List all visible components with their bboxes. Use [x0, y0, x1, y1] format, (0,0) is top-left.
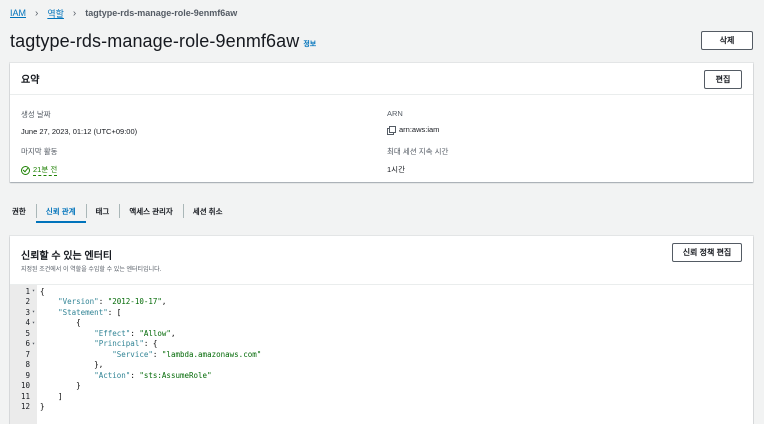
- code-text: {: [40, 318, 81, 328]
- fold-toggle-icon[interactable]: ▾: [30, 309, 37, 315]
- trusted-entities-title: 신뢰할 수 있는 엔터티: [21, 251, 113, 262]
- code-line: 7 "Service": "lambda.amazonaws.com": [10, 349, 753, 360]
- max-session-value: 1시간: [387, 164, 448, 175]
- page-header: tagtype-rds-manage-role-9enmf6aw 정보 삭제: [10, 29, 753, 53]
- summary-title: 요약: [21, 75, 40, 86]
- breadcrumb-iam-link[interactable]: IAM: [10, 8, 26, 18]
- code-line: 3 ▾ "Statement": [: [10, 307, 753, 318]
- arn-text: arn:aws:iam: [399, 125, 440, 134]
- code-text: }: [40, 381, 81, 391]
- line-number: 10: [20, 381, 30, 391]
- code-line: 8 },: [10, 360, 753, 371]
- created-date-field: 생성 날짜 June 27, 2023, 01:12 (UTC+09:00): [21, 109, 137, 136]
- fold-toggle-icon[interactable]: ▾: [30, 288, 37, 294]
- code-text: "Principal": {: [94, 339, 158, 349]
- fold-toggle-icon[interactable]: ▾: [30, 320, 37, 326]
- tab-revoke-sessions[interactable]: 세션 취소: [182, 200, 233, 222]
- code-text: "Statement": [: [58, 307, 122, 317]
- arn-label: ARN: [387, 109, 403, 118]
- edit-button[interactable]: 편집: [704, 70, 742, 89]
- trusted-entities-description: 지정된 조건에서 이 역할을 수임할 수 있는 엔터티입니다.: [21, 267, 162, 273]
- tab-tags[interactable]: 태그: [85, 200, 120, 222]
- code-text: ]: [40, 391, 63, 401]
- breadcrumb: IAM › 역할 › tagtype-rds-manage-role-9enmf…: [10, 6, 237, 20]
- code-line: 6 ▾ "Principal": {: [10, 339, 753, 350]
- chevron-right-icon: ›: [35, 7, 39, 19]
- delete-button[interactable]: 삭제: [701, 31, 753, 50]
- code-line: 12}: [10, 402, 753, 413]
- breadcrumb-current: tagtype-rds-manage-role-9enmf6aw: [85, 8, 238, 18]
- code-text: "Service": "lambda.amazonaws.com": [112, 349, 262, 359]
- code-line: 10 }: [10, 381, 753, 392]
- code-line: 1 ▾{: [10, 286, 753, 297]
- tab-permissions[interactable]: 권한: [10, 200, 36, 222]
- max-session-label: 최대 세션 지속 시간: [387, 147, 449, 156]
- code-text: }: [40, 402, 45, 412]
- line-number: 6: [25, 339, 30, 349]
- trusted-entities-panel: 신뢰할 수 있는 엔터티 지정된 조건에서 이 역할을 수임할 수 있는 엔터티…: [10, 236, 753, 424]
- line-number: 9: [25, 370, 30, 380]
- arn-value: arn:aws:iam: [387, 125, 440, 135]
- line-number: 7: [25, 349, 30, 359]
- summary-header: 요약 편집: [10, 63, 753, 95]
- code-text: "Version": "2012-10-17",: [58, 297, 167, 307]
- breadcrumb-roles-link[interactable]: 역할: [47, 7, 64, 20]
- line-number: 8: [25, 360, 30, 370]
- last-activity-text[interactable]: 21분 전: [33, 164, 58, 176]
- code-line: 11 ]: [10, 391, 753, 402]
- max-session-text: 1시간: [387, 165, 405, 174]
- tab-bar: 권한 신뢰 관계 태그 액세스 관리자 세션 취소: [10, 199, 232, 223]
- copy-icon[interactable]: [387, 125, 396, 135]
- line-number: 12: [20, 402, 30, 412]
- code-line: 9 "Action": "sts:AssumeRole": [10, 370, 753, 381]
- line-number: 1: [25, 286, 30, 296]
- created-date-label: 생성 날짜: [21, 110, 51, 119]
- code-line: 4 ▾ {: [10, 318, 753, 329]
- check-circle-icon: [21, 165, 30, 175]
- created-date-text: June 27, 2023, 01:12 (UTC+09:00): [21, 127, 138, 136]
- line-number: 11: [20, 391, 30, 401]
- code-line: 2 "Version": "2012-10-17",: [10, 297, 753, 308]
- last-activity-field: 마지막 활동 21분 전: [21, 146, 58, 176]
- code-line: 5 "Effect": "Allow",: [10, 328, 753, 339]
- created-date-value: June 27, 2023, 01:12 (UTC+09:00): [21, 127, 137, 136]
- max-session-field: 최대 세션 지속 시간 1시간: [387, 146, 448, 175]
- edit-trust-policy-button[interactable]: 신뢰 정책 편집: [672, 243, 742, 262]
- line-number: 5: [25, 328, 30, 338]
- fold-toggle-icon[interactable]: ▾: [30, 341, 37, 347]
- line-number: 4: [25, 318, 30, 328]
- arn-field: ARN arn:aws:iam: [387, 109, 440, 135]
- info-link[interactable]: 정보: [303, 39, 316, 49]
- last-activity-value: 21분 전: [21, 164, 58, 176]
- code-text: },: [40, 360, 104, 370]
- chevron-right-icon: ›: [72, 7, 77, 19]
- line-number: 2: [25, 297, 30, 307]
- code-text: {: [40, 286, 45, 296]
- code-text: "Action": "sts:AssumeRole": [94, 370, 212, 380]
- tab-trust-relationships[interactable]: 신뢰 관계: [35, 200, 86, 223]
- page-title: tagtype-rds-manage-role-9enmf6aw: [10, 30, 300, 51]
- line-number: 3: [25, 307, 30, 317]
- code-text: "Effect": "Allow",: [94, 328, 176, 338]
- tab-access-advisor[interactable]: 액세스 관리자: [119, 200, 182, 222]
- policy-code-editor[interactable]: 1 ▾{2 "Version": "2012-10-17", 3 ▾ "Stateme…: [10, 284, 753, 424]
- last-activity-label: 마지막 활동: [21, 147, 58, 156]
- last-activity-status: 21분 전: [21, 164, 58, 176]
- summary-panel: 요약 편집 생성 날짜 June 27, 2023, 01:12 (UTC+09…: [10, 63, 753, 182]
